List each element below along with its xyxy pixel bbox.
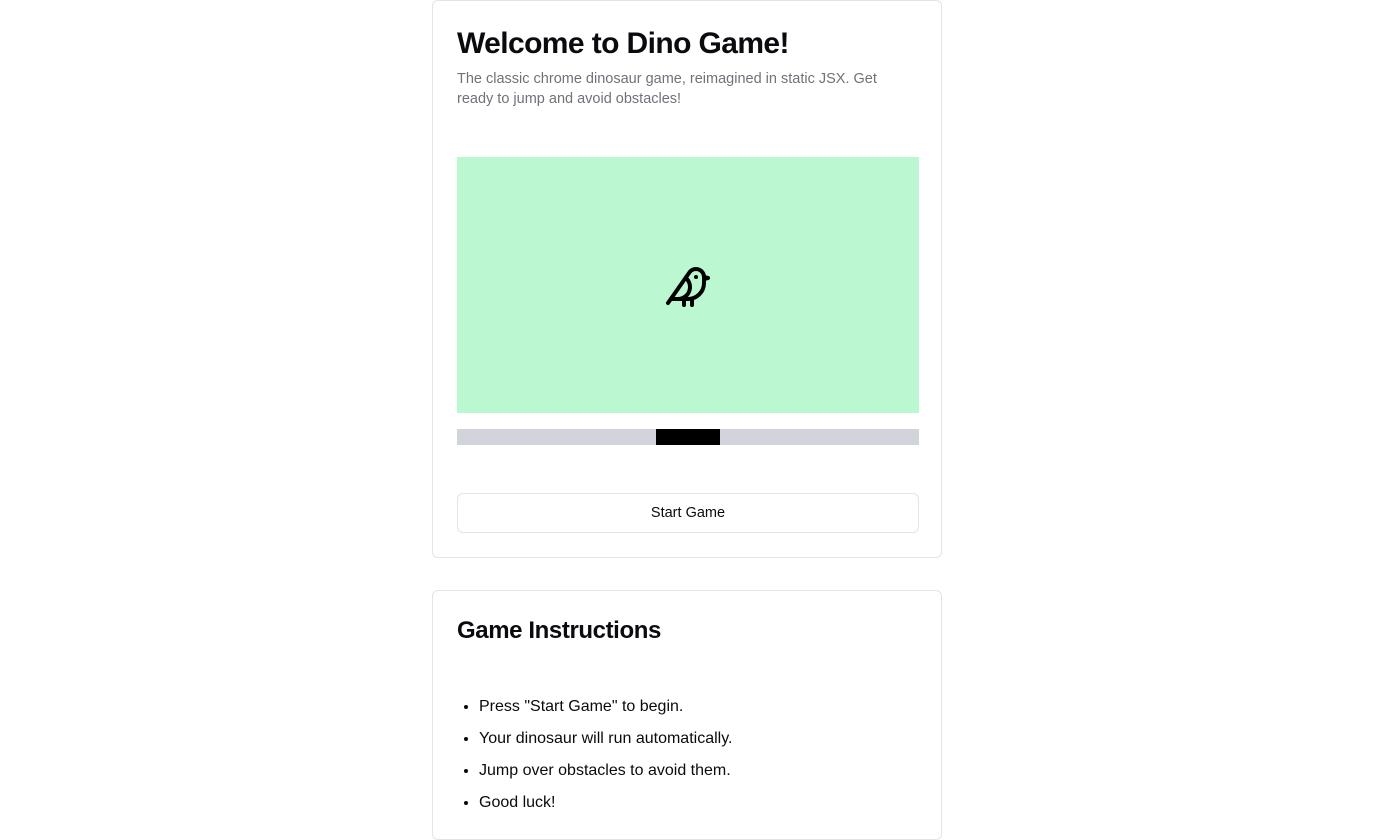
instructions-list: Press "Start Game" to begin. Your dinosa… [457,691,732,819]
instructions-card: Game Instructions Press "Start Game" to … [432,590,942,840]
bird-icon [666,267,710,307]
game-area[interactable] [457,157,919,413]
game-card: Welcome to Dino Game! The classic chrome… [432,0,942,558]
instructions-title: Game Instructions [457,617,661,644]
start-game-button[interactable]: Start Game [457,493,919,533]
list-item: Jump over obstacles to avoid them. [479,755,732,787]
list-item: Your dinosaur will run automatically. [479,723,732,755]
obstacle [656,429,720,445]
page-title: Welcome to Dino Game! [457,27,790,60]
page-subtitle: The classic chrome dinosaur game, reimag… [457,71,877,107]
list-item: Good luck! [479,787,732,819]
ground-track [457,429,919,445]
list-item: Press "Start Game" to begin. [479,691,732,723]
